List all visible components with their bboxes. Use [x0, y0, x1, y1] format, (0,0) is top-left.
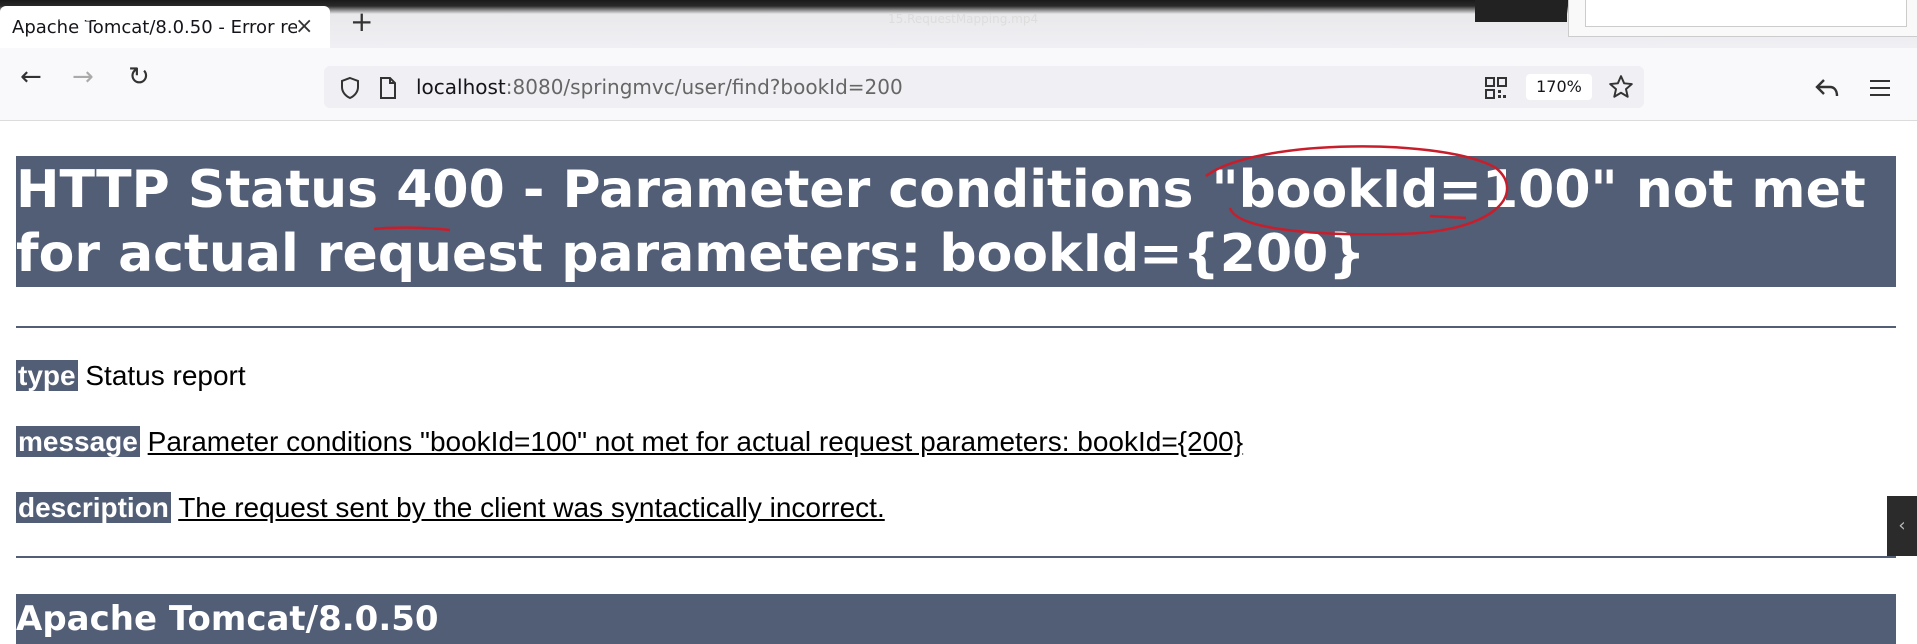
url-path: :8080/springmvc/user/find?bookId=200	[505, 75, 903, 99]
tab-strip: Apache Tomcat/8.0.50 - Error rep × 11:25…	[0, 0, 1917, 48]
back-icon[interactable]: ←	[20, 62, 42, 92]
url-text[interactable]: localhost:8080/springmvc/user/find?bookI…	[416, 75, 903, 99]
description-value: The request sent by the client was synta…	[178, 492, 885, 523]
shield-icon[interactable]	[338, 76, 362, 100]
navigation-toolbar: ← → ↻ localhost:8080/springmvc/user/find…	[0, 48, 1917, 121]
url-host: localhost	[416, 75, 506, 99]
overlay-panel-inner	[1585, 0, 1907, 27]
window-corner-dark	[1475, 0, 1567, 22]
message-value: Parameter conditions "bookId=100" not me…	[147, 426, 1244, 457]
forward-icon[interactable]: →	[72, 62, 94, 92]
reload-icon[interactable]: ↻	[128, 62, 150, 92]
description-row: description The request sent by the clie…	[16, 492, 885, 524]
annotation-underline	[373, 226, 451, 232]
menu-icon[interactable]	[1868, 78, 1892, 98]
page-title: HTTP Status 400 - Parameter conditions "…	[16, 156, 1896, 287]
type-value: Status report	[85, 360, 246, 391]
qr-code-icon[interactable]	[1484, 76, 1508, 100]
tab-close-icon[interactable]: ×	[295, 14, 313, 39]
undo-arrow-icon[interactable]	[1814, 76, 1840, 100]
tab-active[interactable]: Apache Tomcat/8.0.50 - Error rep ×	[0, 6, 330, 48]
new-tab-icon[interactable]: +	[350, 8, 373, 36]
overlay-panel	[1568, 0, 1917, 37]
zoom-level-badge[interactable]: 170%	[1526, 74, 1592, 100]
message-label: message	[16, 426, 140, 457]
server-footer: Apache Tomcat/8.0.50	[16, 594, 1896, 644]
divider-bottom	[16, 556, 1896, 558]
page-info-icon[interactable]	[378, 76, 398, 100]
address-bar[interactable]: localhost:8080/springmvc/user/find?bookI…	[324, 66, 1644, 108]
type-row: type Status report	[16, 360, 246, 392]
overlay-time: 11:25	[58, 10, 93, 24]
message-row: message Parameter conditions "bookId=100…	[16, 426, 1243, 458]
video-title: 15.RequestMapping.mp4	[888, 12, 1039, 26]
description-label: description	[16, 492, 171, 523]
side-panel-toggle[interactable]: ‹	[1887, 496, 1917, 556]
divider-top	[16, 326, 1896, 328]
bookmark-star-icon[interactable]	[1608, 74, 1634, 100]
tab-title: Apache Tomcat/8.0.50 - Error rep	[12, 17, 297, 38]
type-label: type	[16, 360, 78, 391]
